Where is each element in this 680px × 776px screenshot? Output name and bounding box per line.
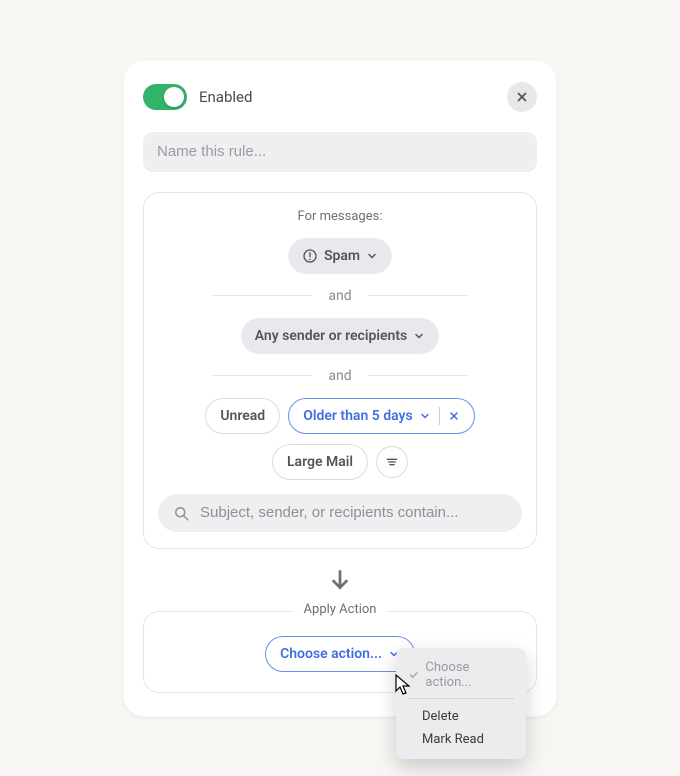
and-label: and: [328, 368, 351, 384]
choose-action-button[interactable]: Choose action...: [265, 636, 415, 672]
conditions-section: For messages: Spam and Any sender or rec…: [143, 192, 537, 549]
close-button[interactable]: [507, 82, 537, 112]
sender-condition-pill[interactable]: Any sender or recipients: [241, 318, 440, 354]
and-divider-2: and: [158, 368, 522, 384]
filter-lines-icon: [384, 454, 400, 470]
older-than-filter-pill[interactable]: Older than 5 days: [288, 398, 474, 434]
close-icon: [515, 90, 529, 104]
chevron-down-icon: [366, 250, 378, 262]
popup-divider: [408, 698, 514, 699]
popup-header-label: Choose action...: [425, 660, 514, 690]
and-label: and: [328, 288, 351, 304]
unread-filter-pill[interactable]: Unread: [205, 398, 280, 434]
enabled-label: Enabled: [199, 88, 252, 106]
enable-group: Enabled: [143, 84, 252, 110]
and-divider-1: and: [158, 288, 522, 304]
action-section: Apply Action Choose action... Choose act…: [143, 611, 537, 693]
action-popup-menu: Choose action... Delete Mark Read: [396, 648, 526, 759]
conditions-title: For messages:: [158, 209, 522, 224]
popup-item-mark-read[interactable]: Mark Read: [396, 728, 526, 751]
action-title: Apply Action: [294, 602, 387, 617]
popup-selected-header: Choose action...: [396, 656, 526, 696]
choose-action-label: Choose action...: [280, 646, 382, 662]
popup-item-delete[interactable]: Delete: [396, 705, 526, 728]
unread-filter-label: Unread: [220, 408, 265, 424]
condition-search-input[interactable]: [200, 504, 508, 521]
chevron-down-icon: [413, 330, 425, 342]
spam-condition-pill[interactable]: Spam: [288, 238, 392, 274]
rule-editor-card: Enabled For messages: Spam and Any sende…: [123, 60, 557, 717]
sender-label: Any sender or recipients: [255, 328, 408, 344]
more-filters-button[interactable]: [376, 446, 408, 478]
older-than-label: Older than 5 days: [303, 408, 412, 424]
header-row: Enabled: [143, 82, 537, 112]
spam-label: Spam: [324, 248, 360, 264]
condition-search-field[interactable]: [158, 494, 522, 532]
remove-filter-icon[interactable]: [448, 410, 460, 422]
search-icon: [172, 504, 190, 522]
large-mail-filter-pill[interactable]: Large Mail: [272, 444, 368, 480]
arrow-down-icon: [327, 567, 353, 593]
large-mail-label: Large Mail: [287, 454, 353, 470]
chevron-down-icon: [419, 410, 431, 422]
alert-circle-icon: [302, 248, 318, 264]
rule-name-input[interactable]: [143, 132, 537, 172]
arrow-connector: [143, 549, 537, 607]
enabled-toggle[interactable]: [143, 84, 187, 110]
check-icon: [408, 669, 419, 681]
